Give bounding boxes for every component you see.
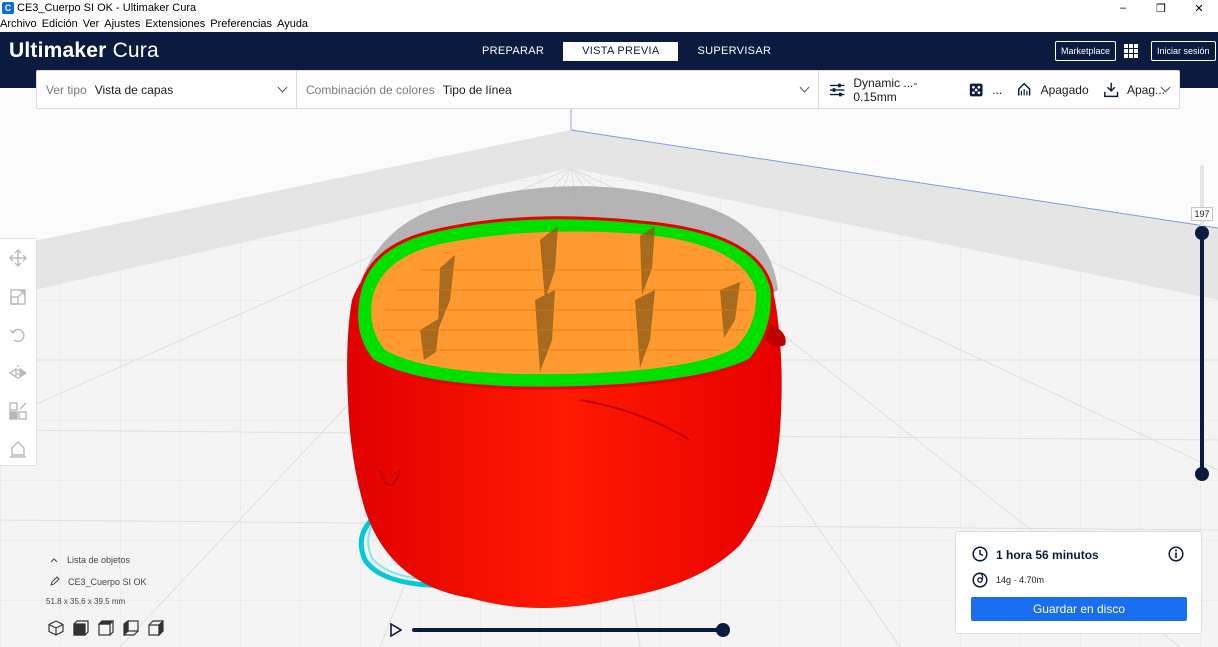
tool-panel (0, 238, 37, 466)
view-type-value: Vista de capas (94, 82, 174, 97)
mirror-tool-icon[interactable] (9, 364, 27, 382)
color-scheme-select[interactable]: Combinación de colores Tipo de línea (297, 71, 819, 108)
layer-slider-track[interactable] (1200, 233, 1204, 475)
support-value: Apagado (1040, 82, 1089, 97)
signin-button[interactable]: Iniciar sesión (1151, 41, 1216, 61)
info-icon[interactable] (1168, 546, 1184, 562)
color-scheme-value: Tipo de línea (442, 82, 512, 97)
save-to-disk-button[interactable]: Guardar en disco (971, 597, 1187, 621)
print-time: 1 hora 56 minutos (996, 548, 1099, 562)
infill-icon (969, 83, 983, 96)
adhesion-value: Apag... (1126, 82, 1165, 97)
layer-path-slider-handle[interactable] (716, 623, 730, 637)
apps-grid-icon[interactable] (1124, 44, 1138, 58)
tab-supervisar[interactable]: SUPERVISAR (678, 42, 790, 61)
3d-view-icon[interactable] (48, 620, 64, 636)
top-view-icon[interactable] (98, 620, 114, 636)
color-scheme-label: Combinación de colores (306, 82, 435, 97)
view-settings-bar: Ver tipo Vista de capas Combinación de c… (36, 70, 1180, 109)
play-icon[interactable] (390, 623, 402, 637)
stage-tabs: PREPARAR VISTA PREVIA SUPERVISAR (463, 42, 790, 61)
pencil-icon[interactable] (50, 576, 60, 588)
material-usage: 14g · 4.70m (996, 575, 1045, 585)
object-name[interactable]: CE3_Cuerpo SI OK (68, 577, 147, 587)
camera-view-buttons (48, 620, 173, 636)
cura-app-icon: C (2, 2, 14, 14)
marketplace-button[interactable]: Marketplace (1055, 41, 1117, 61)
menu-preferencias[interactable]: Preferencias (210, 18, 272, 30)
print-info-panel: 1 hora 56 minutos 14g · 4.70m Guardar en… (955, 531, 1202, 634)
menu-extensiones[interactable]: Extensiones (145, 18, 205, 30)
menu-edicion[interactable]: Edición (42, 18, 78, 30)
menu-bar: Archivo Edición Ver Ajustes Extensiones … (0, 16, 1218, 32)
infill-value: ... (992, 82, 1003, 97)
layer-upper-handle[interactable] (1195, 226, 1209, 240)
left-view-icon[interactable] (123, 620, 139, 636)
view-type-select[interactable]: Ver tipo Vista de capas (37, 71, 297, 108)
right-view-icon[interactable] (148, 620, 164, 636)
cura-window: C CE3_Cuerpo SI OK - Ultimaker Cura – ❐ … (0, 0, 1218, 647)
object-list-toggle[interactable]: Lista de objetos (67, 555, 130, 565)
tab-preparar[interactable]: PREPARAR (463, 42, 563, 61)
menu-ver[interactable]: Ver (83, 18, 100, 30)
object-dimensions: 51.8 x 35.6 x 39.5 mm (46, 597, 126, 606)
app-logo: Ultimaker Cura (9, 39, 159, 63)
support-blocker-icon[interactable] (9, 440, 27, 458)
clock-icon (972, 546, 988, 562)
move-tool-icon[interactable] (9, 249, 27, 267)
view-type-label: Ver tipo (46, 82, 87, 97)
per-model-settings-icon[interactable] (9, 402, 27, 420)
chevron-down-icon (799, 82, 810, 93)
layer-path-slider-track[interactable] (412, 628, 723, 632)
chevron-down-icon (277, 82, 288, 93)
print-setup-selector[interactable]: Dynamic ...- 0.15mm ... Apagado Apag... (819, 71, 1179, 108)
close-button[interactable]: ✕ (1180, 0, 1218, 16)
minimize-button[interactable]: – (1104, 0, 1142, 16)
adhesion-icon (1103, 82, 1118, 97)
layer-slider-inactive (1200, 165, 1204, 233)
layer-number-input[interactable]: 197 (1191, 207, 1213, 221)
restore-button[interactable]: ❐ (1142, 0, 1180, 16)
title-bar: C CE3_Cuerpo SI OK - Ultimaker Cura – ❐ … (0, 0, 1218, 16)
tab-vista-previa[interactable]: VISTA PREVIA (563, 42, 679, 61)
logo-brand: Ultimaker (9, 39, 107, 62)
menu-ajustes[interactable]: Ajustes (104, 18, 140, 30)
window-title: CE3_Cuerpo SI OK - Ultimaker Cura (17, 2, 197, 14)
logo-product: Cura (112, 39, 159, 62)
menu-archivo[interactable]: Archivo (0, 18, 37, 30)
layer-lower-handle[interactable] (1195, 467, 1209, 481)
spool-icon (972, 572, 988, 588)
chevron-up-icon[interactable] (50, 555, 58, 565)
menu-ayuda[interactable]: Ayuda (277, 18, 308, 30)
scale-tool-icon[interactable] (9, 288, 27, 306)
profile-name: Dynamic ...- 0.15mm (853, 75, 918, 104)
sliders-icon (829, 83, 845, 96)
front-view-icon[interactable] (73, 620, 89, 636)
support-icon (1018, 82, 1031, 95)
rotate-tool-icon[interactable] (9, 326, 27, 344)
